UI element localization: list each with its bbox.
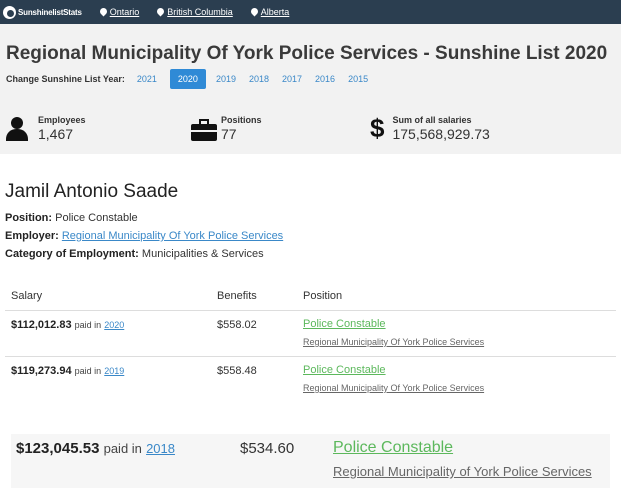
stat-positions-label: Positions bbox=[221, 115, 262, 125]
employer-link[interactable]: Regional Municipality Of York Police Ser… bbox=[303, 337, 484, 347]
map-pin-icon bbox=[157, 8, 164, 17]
year-link-2015[interactable]: 2015 bbox=[348, 74, 368, 84]
stat-positions-value: 77 bbox=[221, 126, 237, 142]
map-pin-icon bbox=[100, 8, 107, 17]
salary-value: $112,012.83 bbox=[11, 319, 72, 331]
stat-employees: Employees 1,467 bbox=[6, 115, 86, 143]
column-header-salary: Salary bbox=[11, 290, 43, 302]
paid-in-label: paid in bbox=[74, 366, 102, 376]
year-link[interactable]: 2018 bbox=[146, 441, 175, 456]
nav-link-ontario[interactable]: Ontario bbox=[100, 7, 140, 17]
table-row: $119,273.94 paid in 2019 $558.48 Police … bbox=[5, 357, 616, 402]
brand-logo-link[interactable]: SunshinelistStats bbox=[3, 5, 82, 19]
position-link[interactable]: Police Constable bbox=[303, 318, 386, 330]
benefits-value: $558.02 bbox=[217, 319, 257, 331]
detail-employer-label: Employer: bbox=[5, 230, 59, 242]
sunshine-logo-icon bbox=[3, 5, 16, 19]
detail-position: Position: Police Constable bbox=[5, 212, 138, 224]
nav-link-label: British Columbia bbox=[167, 7, 233, 17]
stat-salaries-label: Sum of all salaries bbox=[392, 115, 472, 125]
table-row: $123,045.53 paid in 2018 $534.60 Police … bbox=[11, 434, 610, 488]
stat-positions: Positions 77 bbox=[191, 115, 262, 142]
header-panel: Regional Municipality Of York Police Ser… bbox=[0, 24, 621, 154]
detail-position-value: Police Constable bbox=[55, 212, 138, 224]
employee-name: Jamil Antonio Saade bbox=[5, 181, 179, 202]
position-link[interactable]: Police Constable bbox=[303, 364, 386, 376]
year-link-2018[interactable]: 2018 bbox=[249, 74, 269, 84]
nav-link-label: Alberta bbox=[260, 7, 290, 17]
salary-amount: $123,045.53 paid in 2018 bbox=[16, 440, 175, 457]
year-link-2019[interactable]: 2019 bbox=[216, 74, 236, 84]
employer-link[interactable]: Regional Municipality of York Police Ser… bbox=[333, 464, 592, 479]
salary-amount: $119,273.94 paid in 2019 bbox=[11, 365, 124, 377]
detail-category-value: Municipalities & Services bbox=[141, 248, 264, 260]
detail-position-label: Position: bbox=[5, 212, 53, 224]
year-button-2020-active[interactable]: 2020 bbox=[169, 69, 206, 89]
position-link[interactable]: Police Constable bbox=[333, 439, 453, 457]
stat-employees-value: 1,467 bbox=[38, 126, 74, 142]
column-header-position: Position bbox=[303, 290, 343, 302]
paid-in-label: paid in bbox=[103, 441, 142, 456]
table-row: $112,012.83 paid in 2020 $558.02 Police … bbox=[5, 311, 616, 356]
stat-employees-label: Employees bbox=[38, 115, 86, 125]
nav-link-alberta[interactable]: Alberta bbox=[251, 7, 290, 17]
salary-amount: $112,012.83 paid in 2020 bbox=[11, 319, 124, 331]
briefcase-icon bbox=[191, 119, 217, 141]
benefits-value: $558.48 bbox=[217, 365, 257, 377]
salary-value: $123,045.53 bbox=[16, 440, 100, 457]
year-selector-label: Change Sunshine List Year: bbox=[6, 74, 125, 84]
detail-category: Category of Employment: Municipalities &… bbox=[5, 248, 264, 260]
person-icon bbox=[6, 117, 28, 143]
detail-category-label: Category of Employment: bbox=[5, 248, 139, 260]
stat-salaries-value: 175,568,929.73 bbox=[392, 126, 490, 142]
salary-value: $119,273.94 bbox=[11, 365, 72, 377]
map-pin-icon bbox=[251, 8, 258, 17]
benefits-value: $534.60 bbox=[240, 440, 295, 457]
nav-link-british-columbia[interactable]: British Columbia bbox=[157, 7, 233, 17]
year-selector: Change Sunshine List Year: 2021 2020 201… bbox=[6, 69, 381, 89]
nav-link-label: Ontario bbox=[109, 7, 140, 17]
employer-link[interactable]: Regional Municipality Of York Police Ser… bbox=[303, 383, 484, 393]
year-link-2017[interactable]: 2017 bbox=[282, 74, 302, 84]
page-title: Regional Municipality Of York Police Ser… bbox=[6, 43, 608, 64]
year-link-2016[interactable]: 2016 bbox=[315, 74, 335, 84]
paid-in-label: paid in bbox=[74, 320, 102, 330]
dollar-icon: $ bbox=[370, 113, 385, 143]
detail-employer: Employer: Regional Municipality Of York … bbox=[5, 230, 283, 242]
brand-name: SunshinelistStats bbox=[18, 7, 82, 17]
year-link[interactable]: 2019 bbox=[104, 366, 124, 376]
employer-link[interactable]: Regional Municipality Of York Police Ser… bbox=[62, 230, 283, 242]
column-header-benefits: Benefits bbox=[217, 290, 257, 302]
year-link[interactable]: 2020 bbox=[104, 320, 124, 330]
top-nav: SunshinelistStats Ontario British Columb… bbox=[0, 0, 621, 24]
year-link-2021[interactable]: 2021 bbox=[137, 74, 157, 84]
stat-salaries: $ Sum of all salaries 175,568,929.73 bbox=[370, 115, 490, 142]
